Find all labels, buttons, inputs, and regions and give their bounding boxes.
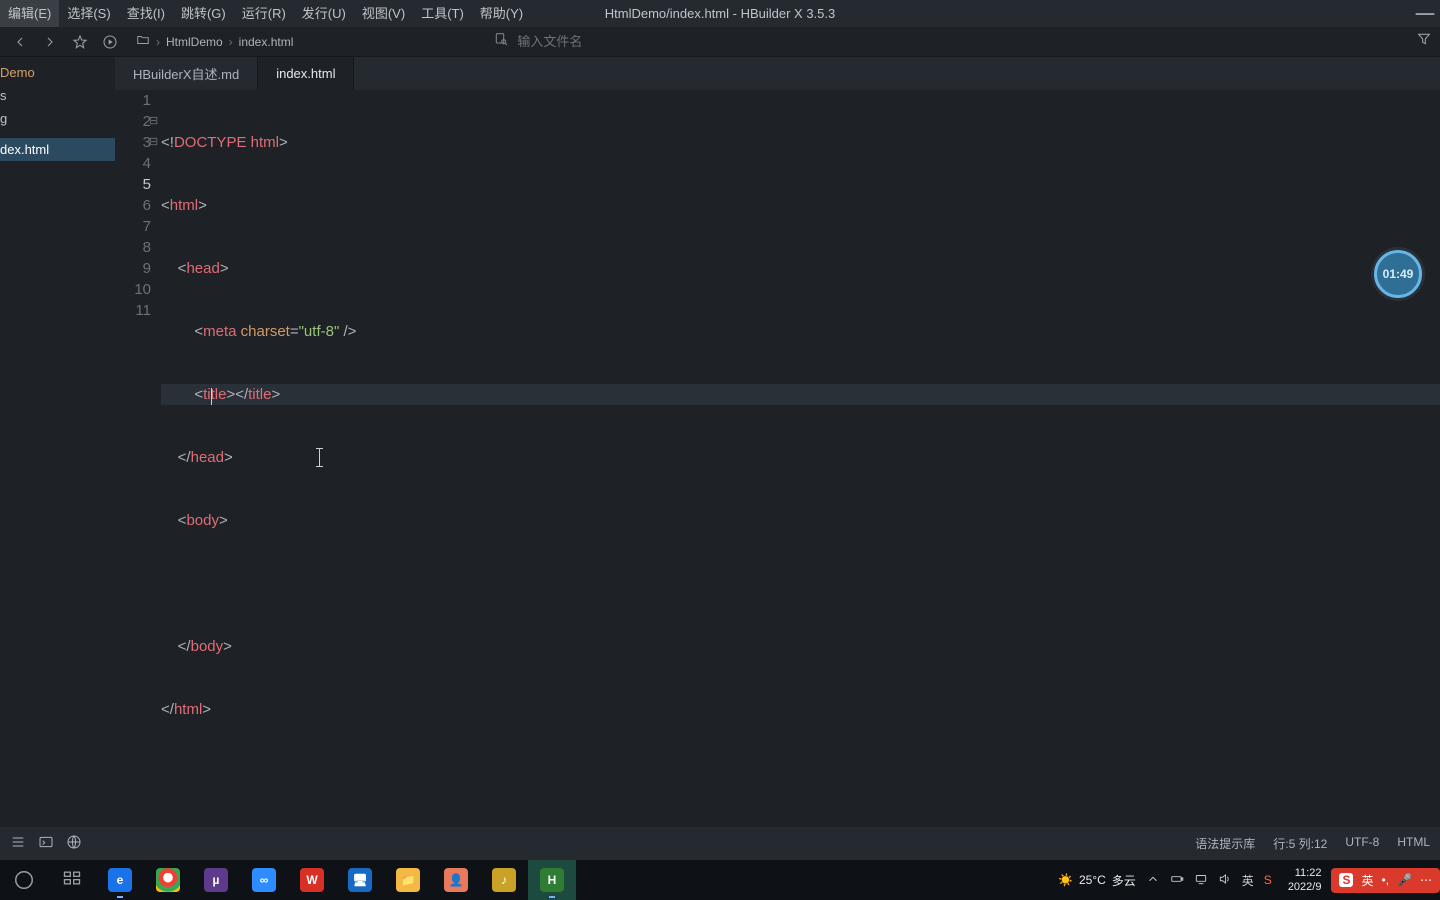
windows-taskbar: e µ ∞ W 🖥 📁 👤 ♪ H ☀️ 25°C 多云 英 S 11:22 2… xyxy=(0,860,1440,900)
tree-item[interactable]: s xyxy=(0,84,115,107)
taskbar-app-3[interactable]: 👤 xyxy=(432,860,480,900)
weather-icon: ☀️ xyxy=(1058,873,1073,887)
menu-run[interactable]: 运行(R) xyxy=(234,0,294,27)
breadcrumb-file[interactable]: index.html xyxy=(239,35,294,49)
ime-floating-bar[interactable]: S 英 •, 🎤 ⋯ xyxy=(1331,868,1440,893)
fold-toggle-icon[interactable]: ⊟ xyxy=(149,132,161,153)
file-search-input[interactable] xyxy=(517,34,757,49)
editor-tabs: HBuilderX自述.md index.html xyxy=(115,57,1440,90)
cortana-icon xyxy=(12,868,36,892)
toolbar: › HtmlDemo › index.html xyxy=(0,27,1440,57)
system-clock[interactable]: 11:22 2022/9 xyxy=(1282,866,1322,894)
outline-icon[interactable] xyxy=(10,834,26,853)
taskbar-hbuilder[interactable]: H xyxy=(528,860,576,900)
weather-temp: 25°C xyxy=(1079,873,1106,887)
taskbar-explorer[interactable]: 📁 xyxy=(384,860,432,900)
status-language[interactable]: HTML xyxy=(1397,835,1430,852)
window-title: HtmlDemo/index.html - HBuilder X 3.5.3 xyxy=(605,0,835,27)
tree-item[interactable]: g xyxy=(0,107,115,130)
browser-preview-icon[interactable] xyxy=(66,834,82,853)
ime-more-icon: ⋯ xyxy=(1420,873,1432,887)
taskbar-app-2[interactable]: ∞ xyxy=(240,860,288,900)
taskbar-app-4[interactable]: ♪ xyxy=(480,860,528,900)
start-button[interactable] xyxy=(0,860,48,900)
clock-time: 11:22 xyxy=(1288,866,1322,880)
tray-network-icon[interactable] xyxy=(1194,872,1208,889)
tray-chevron-up-icon[interactable] xyxy=(1146,872,1160,889)
fold-toggle-icon[interactable]: ⊟ xyxy=(149,111,161,132)
tray-ime-icon[interactable]: 英 xyxy=(1242,872,1254,889)
ime-mic-icon: 🎤 xyxy=(1397,873,1412,887)
breadcrumb-root[interactable]: HtmlDemo xyxy=(166,35,223,49)
tab-index-html[interactable]: index.html xyxy=(258,57,354,90)
tray-volume-icon[interactable] xyxy=(1218,872,1232,889)
menu-view[interactable]: 视图(V) xyxy=(354,0,413,27)
code-content[interactable]: <!DOCTYPE html> <html> <head> <meta char… xyxy=(161,90,1440,825)
window-minimize-button[interactable] xyxy=(1410,0,1440,27)
ime-logo-icon: S xyxy=(1339,873,1353,887)
tree-item[interactable] xyxy=(0,130,115,138)
code-editor[interactable]: 1 2 3 4 5 6 7 8 9 10 11 ⊟ ⊟ <!DOCTYPE ht… xyxy=(115,90,1440,827)
menu-goto[interactable]: 跳转(G) xyxy=(173,0,234,27)
status-encoding[interactable]: UTF-8 xyxy=(1345,835,1379,852)
nav-back-button[interactable] xyxy=(8,30,32,54)
ime-punct-icon: •, xyxy=(1382,873,1390,887)
status-bar: 语法提示库 行:5 列:12 UTF-8 HTML xyxy=(0,827,1440,860)
breadcrumb: › HtmlDemo › index.html xyxy=(136,33,293,50)
menu-help[interactable]: 帮助(Y) xyxy=(472,0,531,27)
favorite-button[interactable] xyxy=(68,30,92,54)
ime-mode-label: 英 xyxy=(1361,872,1373,889)
tree-item-project[interactable]: Demo xyxy=(0,61,115,84)
weather-text: 多云 xyxy=(1112,872,1136,889)
filter-button[interactable] xyxy=(1416,31,1432,52)
run-button[interactable] xyxy=(98,30,122,54)
tab-readme[interactable]: HBuilderX自述.md xyxy=(115,57,258,90)
tree-item-index-html[interactable]: dex.html xyxy=(0,138,115,161)
menu-select[interactable]: 选择(S) xyxy=(59,0,118,27)
status-syntax[interactable]: 语法提示库 xyxy=(1195,835,1255,852)
tray-sogou-icon[interactable]: S xyxy=(1264,873,1272,887)
taskbar-wps[interactable]: W xyxy=(288,860,336,900)
weather-widget[interactable]: ☀️ 25°C 多云 xyxy=(1058,872,1136,889)
status-position[interactable]: 行:5 列:12 xyxy=(1273,835,1327,852)
line-number-gutter: 1 2 3 4 5 6 7 8 9 10 11 xyxy=(115,90,161,827)
taskbar-edge[interactable]: e xyxy=(96,860,144,900)
taskbar-app-1[interactable]: µ xyxy=(192,860,240,900)
file-tree: Demo s g dex.html xyxy=(0,57,115,827)
ibeam-cursor-icon xyxy=(319,449,320,466)
menu-publish[interactable]: 发行(U) xyxy=(294,0,354,27)
folder-icon xyxy=(136,33,150,50)
timer-bubble[interactable]: 01:49 xyxy=(1374,250,1422,298)
menu-edit[interactable]: 编辑(E) xyxy=(0,0,59,27)
menu-find[interactable]: 查找(I) xyxy=(119,0,173,27)
text-caret xyxy=(211,388,212,405)
nav-forward-button[interactable] xyxy=(38,30,62,54)
task-view-button[interactable] xyxy=(48,860,96,900)
task-view-icon xyxy=(62,868,82,893)
file-search-icon xyxy=(493,31,509,52)
taskbar-chrome[interactable] xyxy=(144,860,192,900)
terminal-icon[interactable] xyxy=(38,834,54,853)
tray-battery-icon[interactable] xyxy=(1170,872,1184,889)
fold-gutter[interactable]: ⊟ ⊟ xyxy=(149,90,161,153)
taskbar-monitor[interactable]: 🖥 xyxy=(336,860,384,900)
menu-tools[interactable]: 工具(T) xyxy=(413,0,472,27)
clock-date: 2022/9 xyxy=(1288,880,1322,894)
menu-bar: 编辑(E) 选择(S) 查找(I) 跳转(G) 运行(R) 发行(U) 视图(V… xyxy=(0,0,1440,27)
